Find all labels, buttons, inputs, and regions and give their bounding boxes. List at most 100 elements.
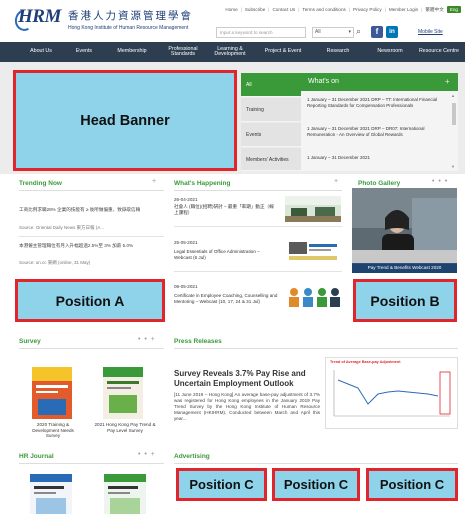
- mobile-site-link[interactable]: Mobile Site: [418, 29, 443, 35]
- survey-book-label[interactable]: 2021 Hong Kong Pay Trend & Pay Level Sur…: [93, 422, 157, 433]
- journal-cover-image: [30, 474, 72, 514]
- ad-position-a[interactable]: Position A: [15, 279, 165, 322]
- office-image: [285, 238, 341, 264]
- toplink-privacy[interactable]: Privacy Policy: [353, 7, 382, 12]
- site-header: HRM 香港人力資源管理學會 Hong Kong Institute of Hu…: [0, 0, 465, 42]
- trending-title: Trending Now: [19, 180, 62, 187]
- divider: [174, 348, 458, 349]
- separator: |: [268, 7, 270, 12]
- journal-cover[interactable]: [104, 474, 146, 514]
- toplink-member-login[interactable]: Member Login: [389, 7, 418, 12]
- trending-item[interactable]: 本港僱主管理職位有月入升幅超過2.5%至 3% 加薪 5.0%: [19, 243, 164, 249]
- nav-project-event[interactable]: Project & Event: [254, 49, 312, 55]
- nav-about-us[interactable]: About Us: [18, 49, 64, 55]
- search-scope-select[interactable]: All ▾: [312, 27, 354, 38]
- main-nav: About Us Events Membership Professional …: [0, 42, 465, 62]
- toplink-terms[interactable]: Terms and conditions: [302, 7, 345, 12]
- ad-position-c-2[interactable]: Position C: [272, 468, 360, 501]
- happening-thumbnail[interactable]: [285, 238, 341, 264]
- nav-professional-standards[interactable]: Professional Standards: [160, 46, 206, 58]
- whatson-item[interactable]: 1 January – 31 December 2021 DRP – TT: I…: [307, 97, 441, 108]
- line-chart-graphic: [333, 370, 451, 417]
- logo-mark: HRM: [18, 6, 61, 27]
- nav-newsroom[interactable]: Newsroom: [364, 49, 416, 55]
- trending-source: Source: Oriental Daily News 東方日報 (A...: [19, 225, 105, 230]
- survey-book-cover[interactable]: [32, 367, 72, 419]
- whatson-item[interactable]: 1 January – 31 December 2021: [307, 155, 441, 161]
- linkedin-icon[interactable]: in: [386, 26, 398, 38]
- separator: |: [384, 7, 386, 12]
- gallery-title: Photo Gallery: [358, 180, 401, 187]
- tab-members-activities[interactable]: Members' Activities: [241, 148, 301, 171]
- nav-learning-development[interactable]: Learning & Development: [206, 46, 254, 58]
- divider: [19, 463, 164, 464]
- divider: [174, 271, 342, 272]
- logo-chinese-name: 香港人力資源管理學會: [68, 10, 193, 22]
- ad-position-c-1[interactable]: Position C: [176, 468, 267, 501]
- tab-all[interactable]: All: [241, 73, 307, 97]
- tab-training[interactable]: Training: [241, 98, 301, 122]
- separator: |: [240, 7, 242, 12]
- press-headline[interactable]: Survey Reveals 3.7% Pay Rise and Uncerta…: [174, 369, 320, 389]
- top-links: Home | Subscribe | Contact Us | Terms and c…: [225, 6, 461, 13]
- toplink-home[interactable]: Home: [225, 7, 237, 12]
- nav-membership[interactable]: Membership: [104, 49, 160, 55]
- divider: [19, 348, 164, 349]
- plus-icon[interactable]: +: [445, 77, 450, 86]
- scroll-down-icon[interactable]: ▼: [451, 164, 455, 169]
- journal-title: HR Journal: [19, 453, 54, 460]
- pager-dots-icon[interactable]: • • +: [138, 451, 156, 458]
- happening-item[interactable]: 社會人 (職位)(招聘)研討 – 最重「率期」動正（線上課程）: [174, 204, 278, 216]
- logo-english-name: Hong Kong Institute of Human Resource Ma…: [68, 25, 189, 31]
- journal-cover[interactable]: [30, 474, 72, 514]
- divider: [174, 190, 342, 191]
- plus-icon[interactable]: +: [152, 178, 157, 185]
- divider: [174, 226, 342, 227]
- facebook-icon[interactable]: f: [371, 26, 383, 38]
- journal-cover-image: [104, 474, 146, 514]
- happening-item[interactable]: Certificate in Employee Coaching, Counse…: [174, 293, 278, 305]
- toplink-contact[interactable]: Contact Us: [272, 7, 295, 12]
- head-banner[interactable]: Head Banner: [13, 70, 237, 171]
- divider: [174, 463, 458, 464]
- whatson-panel: What's on + 1 January – 31 December 2021…: [301, 73, 458, 171]
- toplink-subscribe[interactable]: Subscribe: [245, 7, 265, 12]
- gallery-photo[interactable]: Pay Trend & Benefits Webcast 2020: [352, 188, 457, 273]
- press-chart-image[interactable]: Trend of Average Base-pay Adjustment: [325, 357, 458, 429]
- survey-book-label[interactable]: 2020 Training & Development Needs Survey: [25, 422, 81, 439]
- happening-item[interactable]: Legal Essentials of Office Administratio…: [174, 249, 278, 261]
- happening-title: What's Happening: [174, 180, 231, 187]
- search-input[interactable]: Input a keyword to search: [216, 27, 306, 38]
- whatson-list: 1 January – 31 December 2021 DRP – TT: I…: [301, 91, 458, 171]
- trending-source: Source: on.cc 東網 (online, 31 May): [19, 260, 91, 265]
- ad-position-b[interactable]: Position B: [353, 279, 457, 322]
- plus-icon[interactable]: +: [334, 178, 339, 185]
- whatson-title: What's on: [301, 73, 458, 91]
- nav-resource-centre[interactable]: Resource Centre: [416, 49, 462, 55]
- scroll-up-icon[interactable]: ▲: [451, 93, 455, 98]
- whatson-item[interactable]: 1 January – 31 December 2021 DRP – DR07:…: [307, 126, 441, 137]
- chevron-down-icon: ▾: [348, 29, 351, 35]
- survey-title: Survey: [19, 338, 41, 345]
- pager-dots-icon[interactable]: • • •: [432, 178, 448, 185]
- tab-events[interactable]: Events: [241, 123, 301, 147]
- classroom-image: [285, 196, 341, 222]
- book-cover-image: [32, 367, 72, 419]
- survey-book-cover[interactable]: [103, 367, 143, 419]
- toplink-chinese[interactable]: 繁體中文: [425, 7, 443, 13]
- site-logo[interactable]: HRM 香港人力資源管理學會 Hong Kong Institute of Hu…: [11, 6, 191, 38]
- search-icon[interactable]: ⌕: [356, 26, 361, 37]
- whatson-tabs: All Training Events Members' Activities: [241, 73, 307, 171]
- happening-thumbnail[interactable]: [285, 284, 341, 310]
- trending-item[interactable]: 工商比例求職28% 企業的技能有 ≥ 後所做偏重，致錄取信賴: [19, 207, 164, 213]
- nav-events[interactable]: Events: [64, 49, 104, 55]
- gallery-caption: Pay Trend & Benefits Webcast 2020: [352, 263, 457, 273]
- happening-thumbnail[interactable]: [285, 196, 341, 222]
- people-icons-image: [285, 284, 341, 310]
- ad-position-c-3[interactable]: Position C: [366, 468, 458, 501]
- whatson-scrollbar[interactable]: ▲ ▼: [451, 93, 456, 169]
- pager-dots-icon[interactable]: • • +: [138, 336, 156, 343]
- language-badge[interactable]: Eng: [446, 6, 461, 13]
- scroll-thumb[interactable]: [452, 103, 456, 125]
- nav-research[interactable]: Research: [312, 49, 364, 55]
